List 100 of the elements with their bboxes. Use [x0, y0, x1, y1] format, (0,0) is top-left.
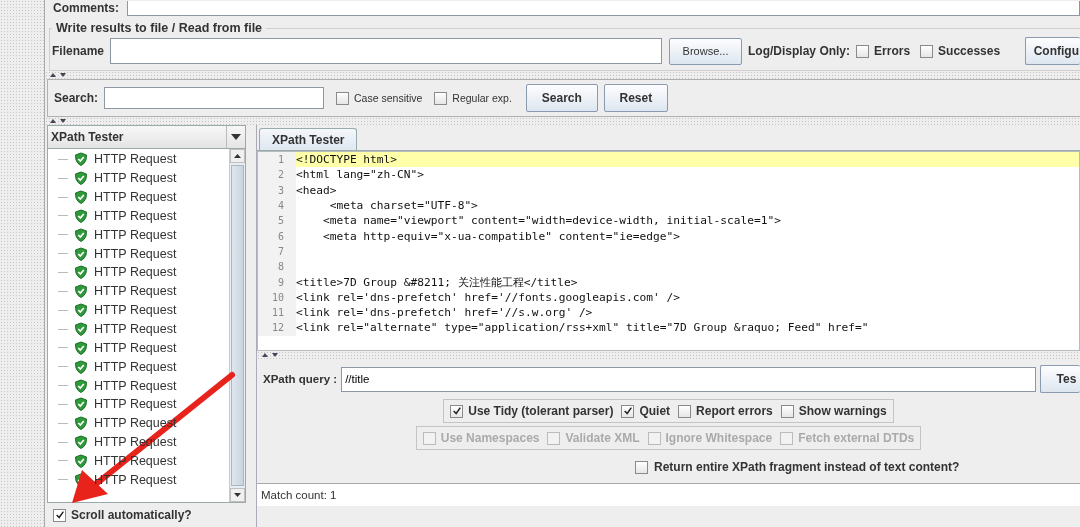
checkbox[interactable]	[856, 44, 870, 58]
splitter-arrows-icon[interactable]	[260, 352, 280, 358]
shield-check-icon	[74, 284, 88, 299]
checkbox[interactable]	[635, 460, 648, 474]
filter-label: Errors	[874, 44, 911, 58]
group-title: Write results to file / Read from file	[55, 21, 264, 35]
shield-check-icon	[74, 303, 88, 318]
shield-check-icon	[74, 453, 88, 468]
checkbox[interactable]	[780, 404, 794, 418]
shield-check-icon	[74, 171, 88, 186]
splitter-arrows-icon[interactable]	[48, 72, 68, 78]
option-label: Case sensitive	[354, 92, 423, 104]
code-editor[interactable]	[257, 151, 1080, 351]
shield-check-icon	[74, 378, 88, 393]
check-icon	[451, 406, 462, 416]
browse-button[interactable]: Browse...	[669, 37, 743, 65]
comments-label: Comments:	[53, 1, 119, 15]
xpath-query-label: XPath query :	[263, 373, 338, 385]
tree-item[interactable]: HTTP Request	[94, 322, 177, 336]
filename-label: Filename	[52, 44, 105, 58]
tree-item[interactable]: HTTP Request	[94, 265, 177, 280]
renderer-dropdown[interactable]: XPath Tester	[47, 125, 246, 149]
check-icon	[622, 406, 633, 416]
shield-check-icon	[74, 265, 88, 280]
tree-item[interactable]: HTTP Request	[94, 378, 177, 393]
option-label: Fetch external DTDs	[798, 431, 915, 445]
tree-item[interactable]: HTTP Request	[94, 359, 177, 374]
code-line: <meta name="viewport" content="width=device-width, initial-scale=1">	[321, 214, 781, 228]
shield-check-icon	[74, 359, 88, 374]
shield-check-icon	[74, 227, 88, 242]
checkbox[interactable]	[434, 91, 448, 105]
xpath-query-field[interactable]: //title	[341, 366, 1036, 392]
shield-check-icon	[74, 190, 88, 205]
shield-check-icon	[74, 435, 88, 450]
line-number: 1	[258, 152, 296, 168]
code-line: <meta charset="UTF-8">	[328, 199, 478, 213]
code-line: <head>	[296, 183, 337, 197]
tab[interactable]: XPath Tester	[259, 128, 358, 150]
tree-item[interactable]: HTTP Request	[94, 152, 177, 167]
splitter-arrows-icon[interactable]	[48, 118, 68, 124]
configure-button[interactable]: Configu	[1024, 37, 1080, 65]
line-number: 5	[258, 213, 296, 229]
tree-item[interactable]: HTTP Request	[94, 303, 177, 318]
filename-field[interactable]	[110, 38, 663, 64]
filter-label: Successes	[938, 44, 1001, 58]
tree-item[interactable]: HTTP Request	[94, 208, 177, 223]
code-line: <title>7D Group &#8211; 关注性能工程</title>	[296, 274, 578, 290]
code-line: <!DOCTYPE html>	[296, 153, 398, 167]
option-label: Use Tidy (tolerant parser)	[468, 404, 614, 418]
tree-item[interactable]: HTTP Request	[94, 190, 177, 205]
tree-item[interactable]: HTTP Request	[94, 246, 177, 261]
checkbox[interactable]	[53, 508, 66, 522]
up-arrow-icon[interactable]	[234, 154, 241, 158]
option-label: Quiet	[639, 404, 671, 418]
option-label: Use Namespaces	[440, 431, 540, 445]
code-line: <link rel="alternate" type="application/rss+xml" title="7D Group &raquo; Feed" href="	[296, 321, 869, 335]
search-field[interactable]	[104, 87, 325, 109]
search-label: Search:	[54, 91, 99, 105]
search-button[interactable]: Search	[525, 84, 598, 112]
down-arrow-icon[interactable]	[234, 493, 241, 497]
tree-item[interactable]: HTTP Request	[94, 227, 177, 242]
line-number: 8	[258, 259, 296, 275]
scroll-automatically-label: Scroll automatically?	[71, 508, 192, 522]
code-line: <meta http-equiv="x-ua-compatible" content="ie=edge">	[321, 229, 680, 243]
reset-button[interactable]: Reset	[603, 84, 668, 112]
log-display-label: Log/Display Only:	[748, 44, 851, 58]
caret-icon	[231, 134, 241, 140]
option-label: Show warnings	[798, 404, 887, 418]
shield-check-icon	[74, 322, 88, 336]
code-line: <link rel='dns-prefetch' href='//fonts.googleapis.com' />	[296, 290, 680, 304]
scrollbar[interactable]	[229, 149, 245, 502]
shield-check-icon	[74, 152, 88, 167]
checkbox[interactable]	[678, 404, 692, 418]
checkbox[interactable]	[920, 44, 934, 58]
code-line: <link rel='dns-prefetch' href='//s.w.org' />	[296, 306, 593, 320]
test-button[interactable]: Tes	[1040, 365, 1080, 393]
option-label: Ignore Whitespace	[665, 431, 773, 445]
shield-check-icon	[74, 246, 88, 261]
check-icon	[54, 510, 65, 520]
line-number: 2	[258, 167, 296, 183]
checkbox[interactable]	[450, 404, 464, 418]
shield-check-icon	[74, 340, 88, 355]
shield-check-icon	[74, 397, 88, 412]
comments-field[interactable]	[127, 0, 1080, 16]
shield-check-icon	[74, 208, 88, 223]
option-label: Report errors	[696, 404, 773, 418]
tree-item[interactable]: HTTP Request	[94, 171, 177, 186]
match-count: Match count: 1	[257, 483, 1080, 506]
checkbox[interactable]	[336, 91, 350, 105]
line-number: 6	[258, 228, 296, 244]
fragment-option-label: Return entire XPath fragment instead of text content?	[654, 460, 960, 474]
checkbox[interactable]	[621, 404, 635, 418]
tree-item[interactable]: HTTP Request	[94, 284, 177, 299]
code-line: <html lang="zh-CN">	[296, 168, 424, 182]
tree-item[interactable]: HTTP Request	[94, 340, 177, 355]
tree-item[interactable]: HTTP Request	[94, 397, 177, 412]
option-label: Validate XML	[565, 431, 640, 445]
line-number: 12	[258, 320, 296, 336]
line-number: 9	[258, 274, 296, 290]
option-label: Regular exp.	[452, 92, 512, 104]
